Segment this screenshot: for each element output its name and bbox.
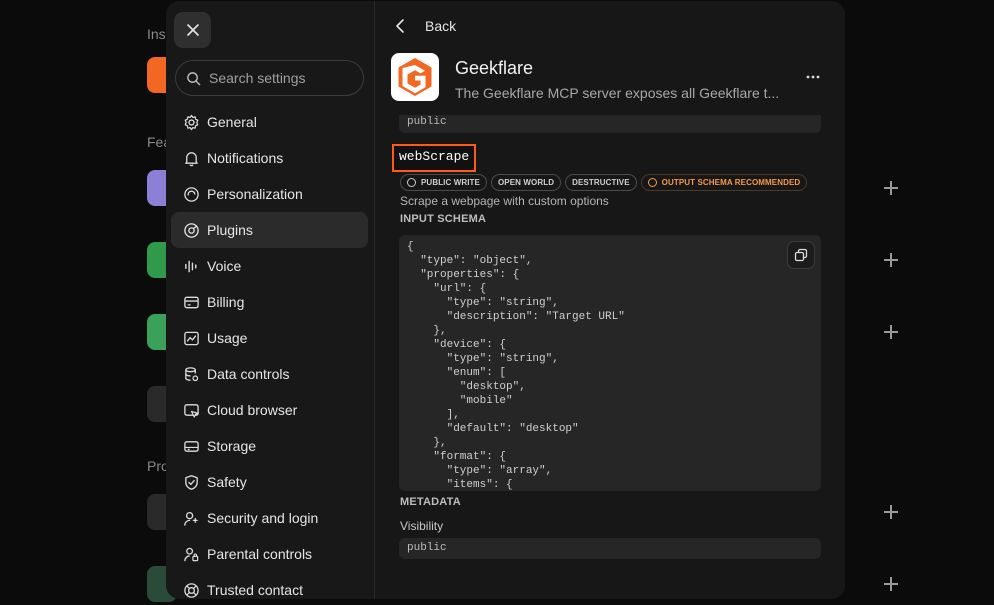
tool-badges: PUBLIC WRITE OPEN WORLD DESTRUCTIVE OUTP… xyxy=(400,174,811,191)
background-section-label: Ins xyxy=(147,26,166,42)
sidebar-item-billing[interactable]: Billing xyxy=(171,284,368,320)
badge-public-write: PUBLIC WRITE xyxy=(400,174,487,191)
sidebar-item-label: Security and login xyxy=(207,510,319,526)
input-schema-heading: INPUT SCHEMA xyxy=(400,213,487,225)
visibility-value: public xyxy=(399,538,821,559)
sidebar-item-trusted-contact[interactable]: Trusted contact xyxy=(171,572,368,599)
sidebar-item-notifications[interactable]: Notifications xyxy=(171,140,368,176)
storage-icon xyxy=(182,437,200,455)
sidebar-item-data-controls[interactable]: Data controls xyxy=(171,356,368,392)
parental-icon xyxy=(182,545,200,563)
copy-button[interactable] xyxy=(787,241,815,269)
warning-icon xyxy=(647,178,657,187)
back-button[interactable]: Back xyxy=(395,15,456,37)
sidebar-item-label: Plugins xyxy=(207,222,253,238)
metadata-heading: METADATA xyxy=(400,496,461,508)
card-icon xyxy=(182,293,200,311)
sidebar-item-label: Billing xyxy=(207,294,245,310)
sidebar-item-parental-controls[interactable]: Parental controls xyxy=(171,536,368,572)
plugin-description: The Geekflare MCP server exposes all Gee… xyxy=(455,85,780,101)
sidebar-item-general[interactable]: General xyxy=(171,104,368,140)
security-icon xyxy=(182,509,200,527)
badge-destructive: DESTRUCTIVE xyxy=(565,174,637,191)
chart-icon xyxy=(182,329,200,347)
tool-name: webScrape xyxy=(392,144,477,172)
plugin-name: Geekflare xyxy=(455,58,534,78)
sidebar-item-cloud-browser[interactable]: Cloud browser xyxy=(171,392,368,428)
sidebar-item-label: Usage xyxy=(207,330,248,346)
plugin-detail-panel: Back Geekflare The Geekflare MCP server … xyxy=(375,1,845,599)
more-horizontal-icon xyxy=(806,75,820,79)
close-button[interactable] xyxy=(174,12,211,48)
sidebar-item-label: Storage xyxy=(207,438,257,454)
chevron-left-icon xyxy=(395,15,411,37)
shield-icon xyxy=(182,473,200,491)
search-icon xyxy=(187,71,201,85)
sidebar-item-security-and-login[interactable]: Security and login xyxy=(171,500,368,536)
input-schema-text: { "type": "object", "properties": { "url… xyxy=(407,241,625,491)
database-icon xyxy=(182,365,200,383)
sidebar-item-plugins[interactable]: Plugins xyxy=(171,212,368,248)
sidebar-item-label: Cloud browser xyxy=(207,402,298,418)
plus-icon[interactable] xyxy=(882,251,900,269)
search-input[interactable] xyxy=(209,70,359,86)
sidebar-item-personalization[interactable]: Personalization xyxy=(171,176,368,212)
previous-visibility-value: public xyxy=(399,115,821,133)
back-label: Back xyxy=(425,18,457,34)
bell-icon xyxy=(182,149,200,167)
sidebar-item-voice[interactable]: Voice xyxy=(171,248,368,284)
settings-sidebar: General Notifications Personalization Pl… xyxy=(166,1,375,599)
search-settings[interactable] xyxy=(175,60,364,96)
plus-icon[interactable] xyxy=(882,179,900,197)
close-icon xyxy=(186,24,199,36)
badge-output-schema-recommended: OUTPUT SCHEMA RECOMMENDED xyxy=(640,174,808,191)
gear-icon xyxy=(182,113,200,131)
plus-icon[interactable] xyxy=(882,575,900,593)
lifebuoy-icon xyxy=(182,581,200,599)
input-schema-code[interactable]: { "type": "object", "properties": { "url… xyxy=(399,235,821,491)
settings-nav: General Notifications Personalization Pl… xyxy=(171,104,368,599)
sidebar-item-safety[interactable]: Safety xyxy=(171,464,368,500)
sidebar-item-label: Notifications xyxy=(207,150,284,166)
sidebar-item-storage[interactable]: Storage xyxy=(171,428,368,464)
plugin-logo xyxy=(391,53,439,101)
browser-icon xyxy=(182,401,200,419)
sidebar-item-usage[interactable]: Usage xyxy=(171,320,368,356)
sidebar-item-label: Trusted contact xyxy=(207,582,303,598)
copy-icon xyxy=(794,248,808,262)
more-options-button[interactable] xyxy=(805,67,821,87)
tool-list[interactable]: public webScrape PUBLIC WRITE OPEN WORLD… xyxy=(391,115,829,599)
plugins-icon xyxy=(182,221,200,239)
badge-open-world: OPEN WORLD xyxy=(490,174,562,191)
badge-label: OPEN WORLD xyxy=(497,178,555,187)
sidebar-item-label: Data controls xyxy=(207,366,290,382)
info-icon xyxy=(407,178,416,187)
sidebar-item-label: Personalization xyxy=(207,186,303,202)
personalization-icon xyxy=(182,185,200,203)
badge-label: OUTPUT SCHEMA RECOMMENDED xyxy=(661,178,801,187)
tool-description: Scrape a webpage with custom options xyxy=(400,194,609,208)
badge-label: DESTRUCTIVE xyxy=(572,178,630,187)
geekflare-logo-icon xyxy=(398,58,432,96)
badge-label: PUBLIC WRITE xyxy=(421,178,480,187)
sidebar-item-label: General xyxy=(207,114,257,130)
sidebar-item-label: Voice xyxy=(207,258,242,274)
sidebar-item-label: Safety xyxy=(207,474,247,490)
plus-icon[interactable] xyxy=(882,503,900,521)
voice-icon xyxy=(182,257,200,275)
visibility-label: Visibility xyxy=(400,519,444,533)
settings-modal: General Notifications Personalization Pl… xyxy=(166,1,845,599)
sidebar-item-label: Parental controls xyxy=(207,546,313,562)
plus-icon[interactable] xyxy=(882,323,900,341)
